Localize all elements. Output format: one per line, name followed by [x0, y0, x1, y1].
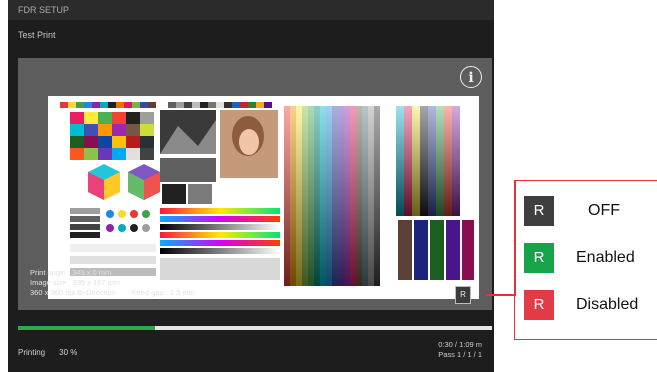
print-preview: i Print origin: 345 x 0 mm Image size:… — [18, 58, 492, 310]
legend-label-enabled: Enabled — [576, 249, 635, 266]
callout-line-horizontal — [486, 294, 516, 296]
elapsed-time: 0:30 / 1:09 m — [438, 340, 482, 349]
legend-label-off: OFF — [588, 202, 620, 219]
window-title: FDR SETUP — [8, 0, 494, 20]
feed-gap-text: Feed gap : 1.5 mm — [131, 288, 195, 297]
printer-panel: FDR SETUP Test Print i Print origin: 34… — [8, 0, 494, 372]
resolution-value: 360 x 360 dpi Bi-Direction — [30, 288, 116, 297]
image-size-text: Image size : 335 x 167 mm — [30, 278, 121, 287]
printing-percent: 30 % — [59, 348, 78, 357]
resolution-text: 360 x 360 dpi Bi-Direction Feed gap : 1.5… — [30, 288, 195, 298]
pass-count: Pass 1 / 1 / 1 — [438, 350, 482, 359]
legend-badge-enabled: R — [524, 243, 554, 273]
info-icon[interactable]: i — [460, 66, 482, 88]
legend-badge-disabled: R — [524, 290, 554, 320]
r-status-button[interactable]: R — [455, 286, 471, 304]
page-subtitle: Test Print — [18, 30, 56, 40]
progress-bar — [18, 326, 492, 330]
printing-status: Printing 30 % — [18, 348, 77, 357]
printing-label: Printing — [18, 348, 46, 357]
legend-badge-off: R — [524, 196, 554, 226]
progress-fill — [18, 326, 156, 330]
test-print-thumbnail — [48, 96, 479, 299]
print-origin-text: Print origin : 345 x 0 mm — [30, 268, 112, 277]
print-stats: 0:30 / 1:09 m Pass 1 / 1 / 1 — [438, 340, 482, 360]
legend-label-disabled: Disabled — [576, 296, 639, 313]
